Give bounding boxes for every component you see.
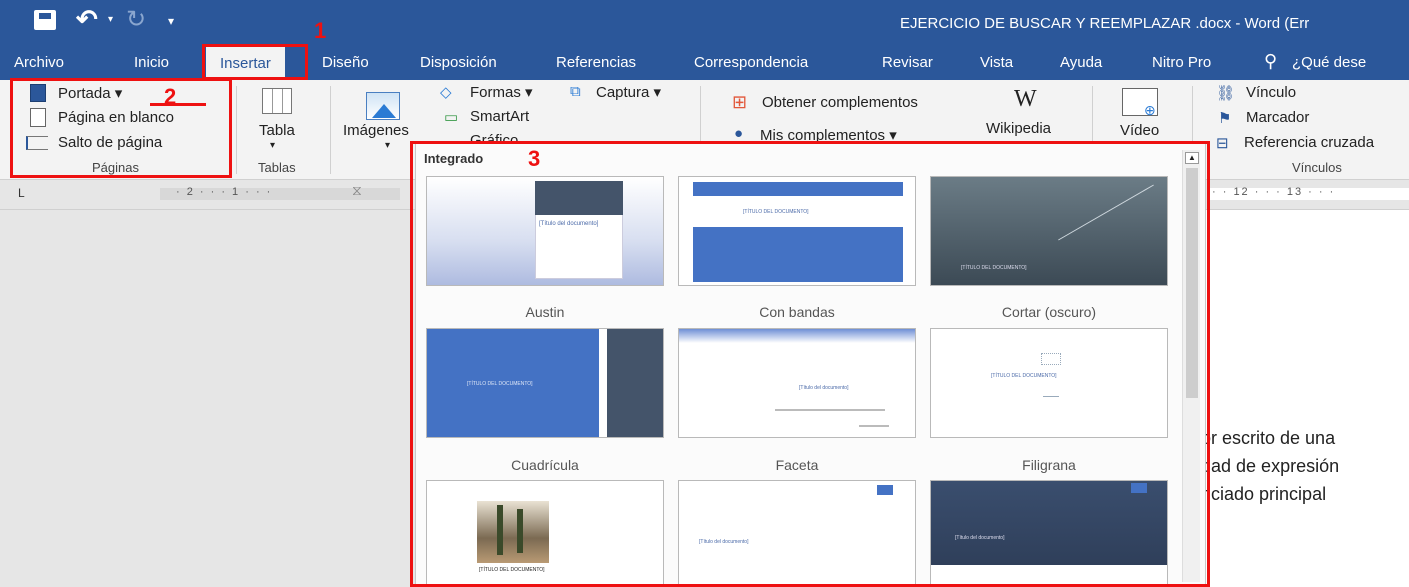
title-bar: ↶ ▾ ↻ ▾ EJERCICIO DE BUSCAR Y REEMPLAZAR… (0, 0, 1409, 46)
wikipedia-icon: W (1014, 86, 1037, 112)
undo-icon[interactable]: ↶ (76, 4, 98, 35)
save-icon[interactable] (34, 10, 56, 30)
globe-icon: ⊕ (1144, 102, 1156, 118)
annotation-box-3 (410, 141, 1210, 587)
document-page[interactable]: or escrito de una dad de expresión nciad… (1195, 210, 1409, 587)
video-button[interactable]: Vídeo (1120, 122, 1159, 139)
indent-marker-icon[interactable]: ⧖ (352, 182, 362, 199)
customize-qat-icon[interactable]: ▾ (168, 14, 174, 28)
annotation-box-1 (202, 44, 308, 80)
annotation-number-1: 1 (314, 18, 327, 43)
document-text-line: dad de expresión (1201, 456, 1340, 476)
tab-disposicion[interactable]: Disposición (420, 54, 497, 71)
marcador-button[interactable]: Marcador (1246, 109, 1309, 126)
cross-reference-icon: ⊟ (1216, 135, 1229, 152)
bookmark-icon: ⚑ (1218, 110, 1232, 127)
captura-button[interactable]: Captura ▾ (596, 83, 661, 101)
tab-vista[interactable]: Vista (980, 54, 1013, 71)
group-label-tablas: Tablas (258, 160, 296, 175)
tabla-button[interactable]: Tabla (259, 122, 295, 139)
annotation-number-2: 2 (164, 84, 177, 109)
store-icon: ⊞ (732, 92, 748, 112)
tab-correspondencia[interactable]: Correspondencia (694, 54, 808, 71)
link-icon: ⛓ (1216, 85, 1236, 102)
shapes-icon: ◇ (440, 84, 452, 101)
annotation-box-2 (10, 78, 232, 178)
screenshot-icon: ⧉ (570, 83, 581, 100)
ruler-ticks-left: · 2 · · · 1 · · · (176, 186, 273, 198)
annotation-underline-2 (150, 103, 206, 106)
imagenes-dropdown-icon[interactable]: ▾ (385, 140, 390, 151)
my-addins-icon: ● (734, 125, 744, 142)
mountain-glyph (372, 104, 396, 118)
group-label-vinculos: Vínculos (1292, 160, 1342, 175)
imagenes-button[interactable]: Imágenes (343, 122, 409, 139)
vinculo-button[interactable]: Vínculo (1246, 84, 1296, 101)
undo-dropdown-icon[interactable]: ▾ (108, 14, 113, 25)
table-icon (262, 88, 292, 114)
ruler-ticks-right: · · 12 · · · 13 · · · (1212, 186, 1336, 198)
tab-inicio[interactable]: Inicio (134, 54, 169, 71)
smartart-icon: ▭ (444, 109, 459, 126)
tab-revisar[interactable]: Revisar (882, 54, 933, 71)
obtener-complementos-button[interactable]: Obtener complementos (762, 94, 918, 111)
wikipedia-button[interactable]: Wikipedia (986, 120, 1051, 137)
formas-button[interactable]: Formas ▾ (470, 83, 533, 101)
tabla-dropdown-icon[interactable]: ▾ (270, 140, 275, 151)
smartart-button[interactable]: SmartArt (470, 108, 529, 125)
redo-icon[interactable]: ↻ (126, 5, 146, 34)
tab-diseno[interactable]: Diseño (322, 54, 369, 71)
tab-archivo[interactable]: Archivo (14, 54, 64, 71)
group-separator (236, 86, 237, 174)
tab-stop-selector[interactable]: L (18, 186, 25, 200)
document-text-line: nciado principal (1201, 484, 1327, 504)
tab-referencias[interactable]: Referencias (556, 54, 636, 71)
lightbulb-icon[interactable]: ⚲ (1264, 51, 1277, 72)
referencia-cruzada-button[interactable]: Referencia cruzada (1244, 134, 1374, 151)
document-title: EJERCICIO DE BUSCAR Y REEMPLAZAR .docx -… (900, 15, 1310, 32)
group-separator (330, 86, 331, 174)
tell-me-search[interactable]: ¿Qué dese (1292, 54, 1366, 71)
tab-ayuda[interactable]: Ayuda (1060, 54, 1102, 71)
annotation-number-3: 3 (528, 146, 541, 171)
document-text-line: or escrito de una (1201, 428, 1336, 448)
tab-nitro-pro[interactable]: Nitro Pro (1152, 54, 1211, 71)
